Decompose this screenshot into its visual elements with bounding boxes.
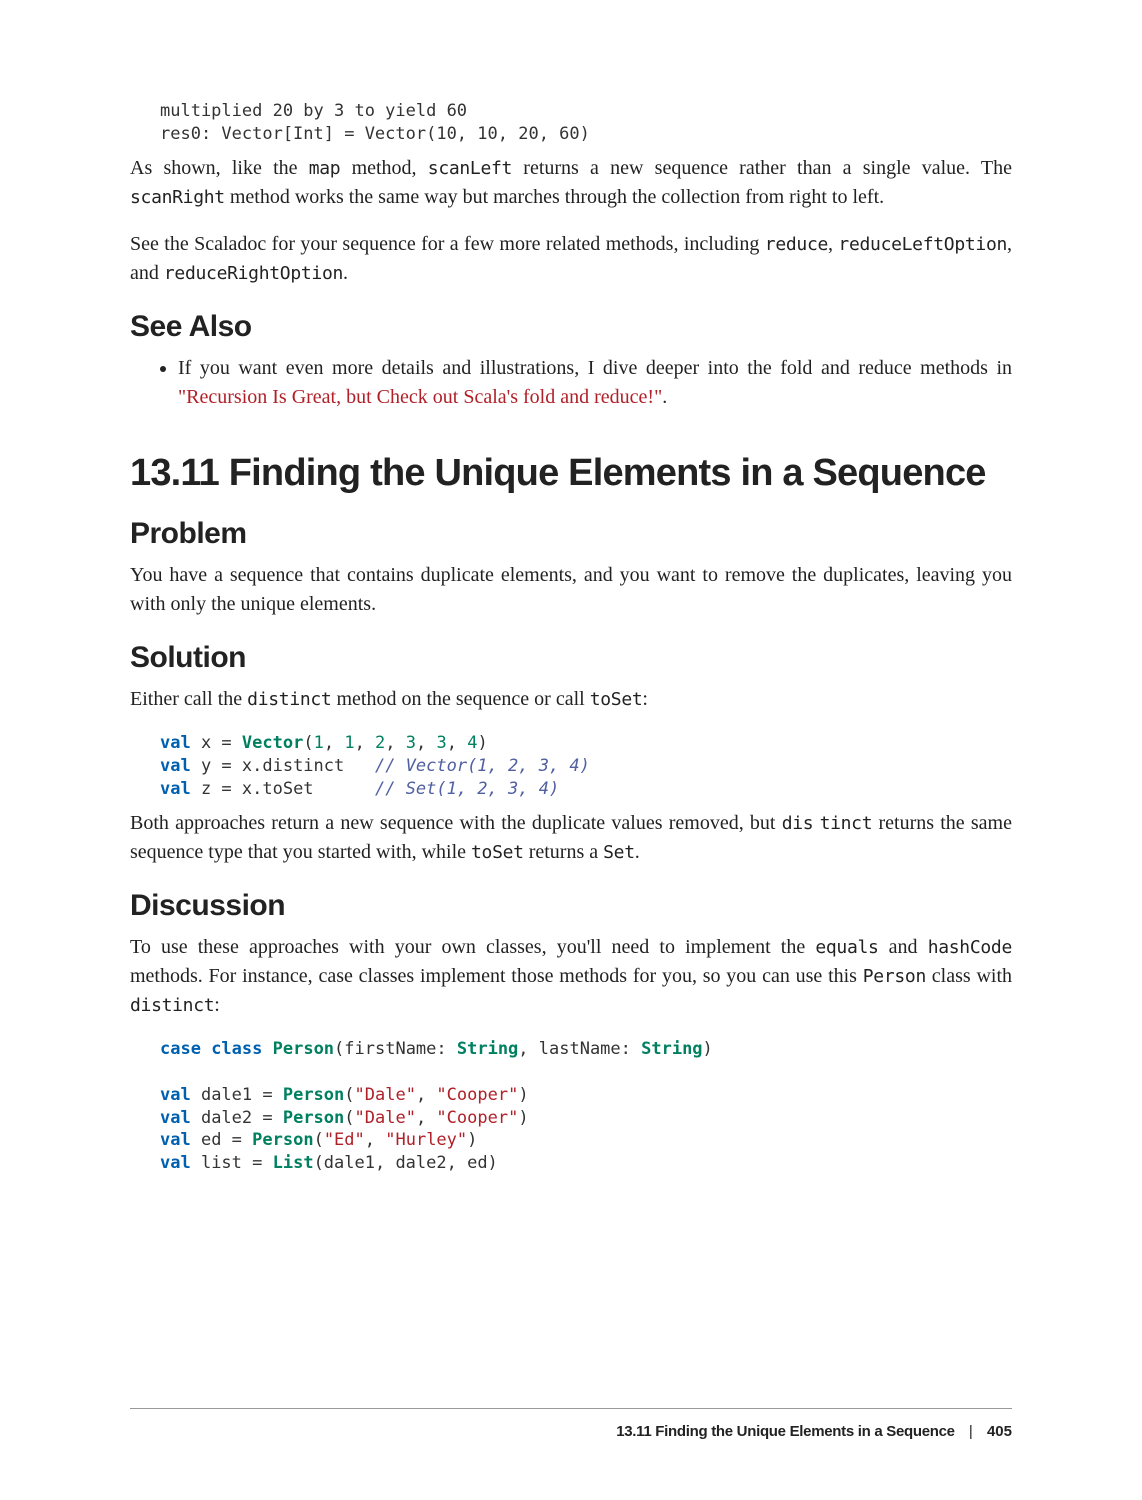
code-reduce: reduce: [765, 234, 828, 255]
code-scanleft: scanLeft: [428, 158, 512, 179]
code-block-person: case class Person(firstName: String, las…: [160, 1038, 1012, 1176]
bullet-list: If you want even more details and illust…: [130, 354, 1012, 412]
text: returns a: [524, 841, 603, 863]
text: ,: [828, 233, 838, 255]
page-footer: 13.11 Finding the Unique Elements in a S…: [130, 1408, 1012, 1440]
code-block-scanleft: multiplied 20 by 3 to yield 60 res0: Vec…: [160, 100, 1012, 146]
paragraph: Either call the distinct method on the s…: [130, 685, 1012, 714]
code-reducerightoption: reduceRightOption: [164, 263, 343, 284]
list-item: If you want even more details and illust…: [178, 354, 1012, 412]
text: :: [642, 688, 648, 710]
footer-separator: |: [969, 1423, 973, 1440]
text: Both approaches return a new sequence wi…: [130, 812, 782, 834]
section-title: 13.11 Finding the Unique Elements in a S…: [130, 452, 1012, 495]
code-toset: toSet: [471, 842, 524, 863]
paragraph: To use these approaches with your own cl…: [130, 933, 1012, 1020]
text: .: [343, 262, 348, 284]
recursion-article-link[interactable]: "Recursion Is Great, but Check out Scala…: [178, 386, 662, 408]
solution-heading: Solution: [130, 641, 1012, 675]
problem-heading: Problem: [130, 517, 1012, 551]
code-reduceleftoption: reduceLeftOption: [838, 234, 1007, 255]
code-distinct: distinct: [130, 995, 214, 1016]
text: :: [214, 994, 220, 1016]
text: Either call the: [130, 688, 247, 710]
page: multiplied 20 by 3 to yield 60 res0: Vec…: [0, 0, 1142, 1500]
paragraph: Both approaches return a new sequence wi…: [130, 809, 1012, 867]
code-map: map: [309, 158, 341, 179]
text: To use these approaches with your own cl…: [130, 936, 815, 958]
code-tinct: tinct: [820, 813, 873, 834]
code-equals: equals: [815, 937, 878, 958]
text: returns a new sequence rather than a sin…: [512, 157, 1012, 179]
code-dis: dis: [782, 813, 814, 834]
paragraph: See the Scaladoc for your sequence for a…: [130, 230, 1012, 288]
code-distinct: distinct: [247, 689, 331, 710]
code-person: Person: [863, 966, 926, 987]
see-also-heading: See Also: [130, 310, 1012, 344]
text: class with: [926, 965, 1012, 987]
text: method on the sequence or call: [331, 688, 589, 710]
text: methods. For instance, case classes impl…: [130, 965, 863, 987]
code-set: Set: [603, 842, 635, 863]
text: See the Scaladoc for your sequence for a…: [130, 233, 765, 255]
paragraph: As shown, like the map method, scanLeft …: [130, 154, 1012, 212]
text: .: [635, 841, 640, 863]
code-toset: toSet: [590, 689, 643, 710]
text: If you want even more details and illust…: [178, 357, 1012, 379]
code-block-distinct: val x = Vector(1, 1, 2, 3, 3, 4) val y =…: [160, 732, 1012, 801]
text: method,: [340, 157, 427, 179]
code-scanright: scanRight: [130, 187, 225, 208]
text: and: [879, 936, 928, 958]
discussion-heading: Discussion: [130, 889, 1012, 923]
code-hashcode: hashCode: [928, 937, 1012, 958]
page-number: 405: [987, 1423, 1012, 1440]
text: As shown, like the: [130, 157, 309, 179]
text: method works the same way but marches th…: [225, 186, 884, 208]
footer-section-title: 13.11 Finding the Unique Elements in a S…: [616, 1423, 955, 1440]
problem-text: You have a sequence that contains duplic…: [130, 561, 1012, 619]
text: .: [662, 386, 667, 408]
